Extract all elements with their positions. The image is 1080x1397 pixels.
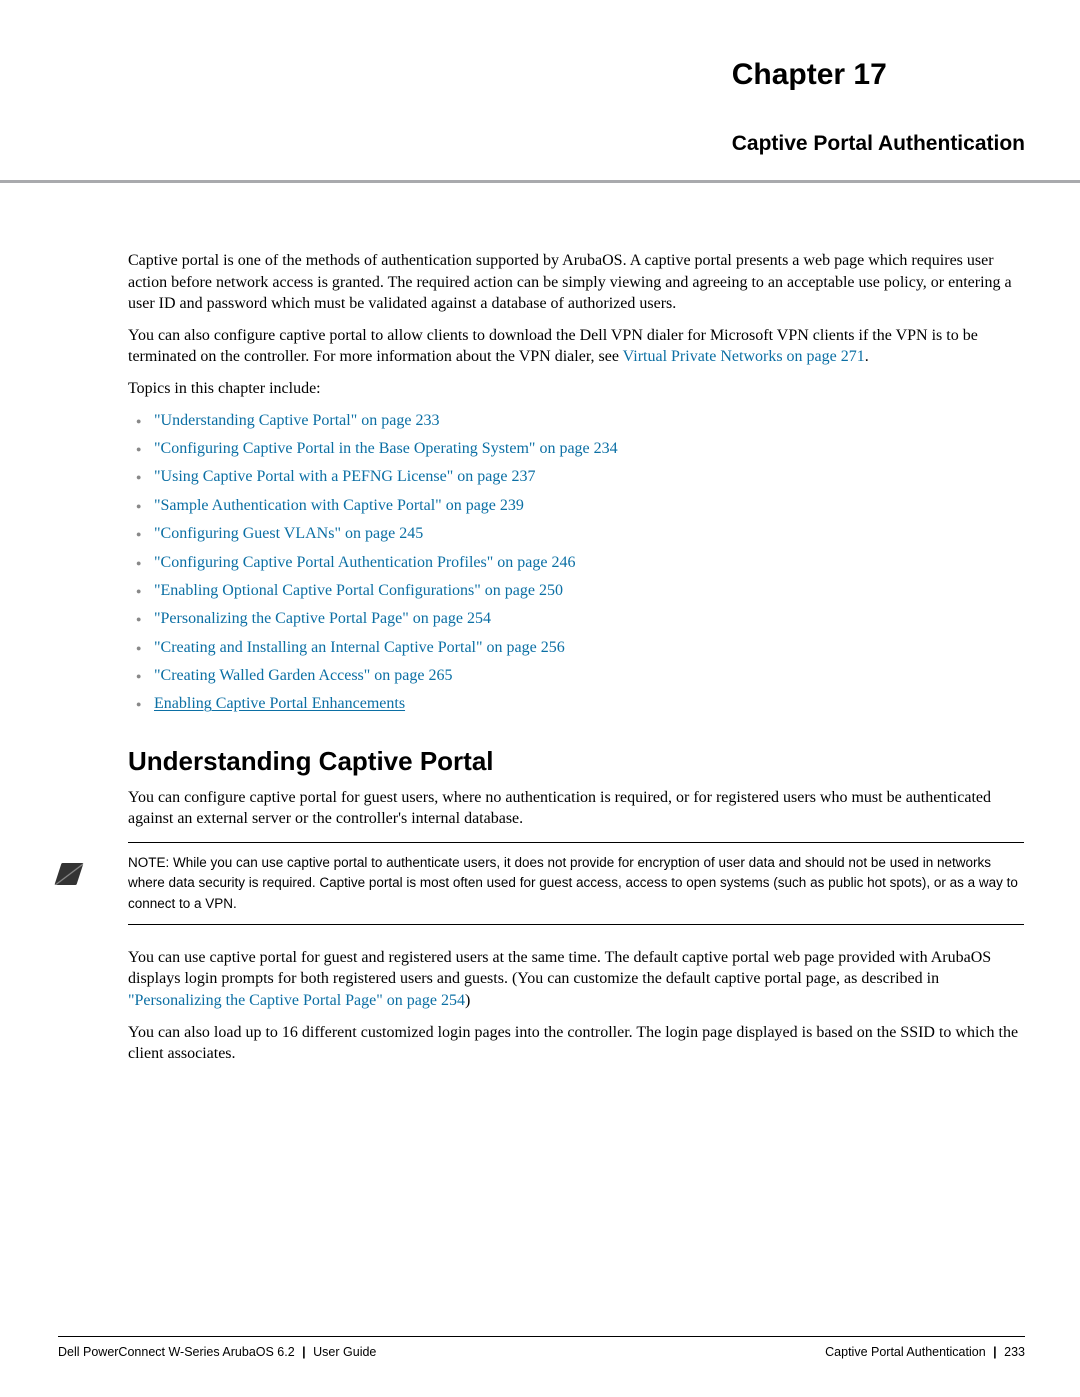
topic-link[interactable]: "Personalizing the Captive Portal Page" … — [154, 610, 491, 627]
list-item: "Creating and Installing an Internal Cap… — [128, 637, 1024, 659]
topic-link[interactable]: "Creating Walled Garden Access" on page … — [154, 667, 453, 684]
footer-left: Dell PowerConnect W-Series ArubaOS 6.2 |… — [58, 1345, 376, 1359]
footer-product: Dell PowerConnect W-Series ArubaOS 6.2 — [58, 1345, 295, 1359]
section-heading: Understanding Captive Portal — [128, 746, 1024, 777]
footer-separator: | — [993, 1345, 997, 1359]
topic-link[interactable]: "Using Captive Portal with a PEFNG Licen… — [154, 468, 535, 485]
page: Chapter 17 Captive Portal Authentication… — [0, 0, 1080, 1397]
topic-link[interactable]: "Configuring Guest VLANs" on page 245 — [154, 525, 423, 542]
chapter-header: Chapter 17 Captive Portal Authentication — [732, 58, 1025, 156]
main-content: Captive portal is one of the methods of … — [128, 250, 1024, 1075]
list-item: "Creating Walled Garden Access" on page … — [128, 665, 1024, 687]
section-paragraph-1: You can configure captive portal for gue… — [128, 787, 1024, 830]
text: . — [865, 348, 869, 365]
chapter-number: Chapter 17 — [732, 58, 1025, 92]
note-text: NOTE: While you can use captive portal t… — [128, 853, 1024, 914]
topic-link[interactable]: "Configuring Captive Portal in the Base … — [154, 440, 618, 457]
link-vpn[interactable]: Virtual Private Networks on page 271 — [623, 348, 865, 365]
text: You can use captive portal for guest and… — [128, 949, 991, 988]
footer-separator: | — [302, 1345, 306, 1359]
list-item: "Personalizing the Captive Portal Page" … — [128, 608, 1024, 630]
list-item: Enabling Captive Portal Enhancements — [128, 693, 1024, 715]
list-item: "Configuring Captive Portal in the Base … — [128, 438, 1024, 460]
section-paragraph-3: You can also load up to 16 different cus… — [128, 1022, 1024, 1065]
topic-link[interactable]: "Enabling Optional Captive Portal Config… — [154, 582, 563, 599]
topic-link[interactable]: "Understanding Captive Portal" on page 2… — [154, 412, 439, 429]
topics-intro: Topics in this chapter include: — [128, 378, 1024, 400]
page-footer: Dell PowerConnect W-Series ArubaOS 6.2 |… — [58, 1336, 1025, 1359]
topic-link-underlined[interactable]: Enabling Captive Portal Enhancements — [154, 695, 405, 712]
link-personalize[interactable]: "Personalizing the Captive Portal Page" … — [128, 992, 465, 1009]
note-icon — [54, 863, 83, 885]
intro-paragraph-2: You can also configure captive portal to… — [128, 325, 1024, 368]
horizontal-rule — [0, 180, 1080, 183]
list-item: "Configuring Guest VLANs" on page 245 — [128, 523, 1024, 545]
section-paragraph-2: You can use captive portal for guest and… — [128, 947, 1024, 1012]
footer-page-number: 233 — [1004, 1345, 1025, 1359]
topics-list: "Understanding Captive Portal" on page 2… — [128, 410, 1024, 716]
footer-right: Captive Portal Authentication | 233 — [825, 1345, 1025, 1359]
list-item: "Using Captive Portal with a PEFNG Licen… — [128, 466, 1024, 488]
list-item: "Enabling Optional Captive Portal Config… — [128, 580, 1024, 602]
topic-link[interactable]: "Sample Authentication with Captive Port… — [154, 497, 524, 514]
chapter-subtitle: Captive Portal Authentication — [732, 132, 1025, 156]
footer-section: Captive Portal Authentication — [825, 1345, 986, 1359]
list-item: "Sample Authentication with Captive Port… — [128, 495, 1024, 517]
text: ) — [465, 992, 470, 1009]
note-box: NOTE: While you can use captive portal t… — [128, 842, 1024, 925]
topic-link[interactable]: "Configuring Captive Portal Authenticati… — [154, 554, 575, 571]
intro-paragraph-1: Captive portal is one of the methods of … — [128, 250, 1024, 315]
list-item: "Understanding Captive Portal" on page 2… — [128, 410, 1024, 432]
topic-link[interactable]: "Creating and Installing an Internal Cap… — [154, 639, 565, 656]
list-item: "Configuring Captive Portal Authenticati… — [128, 552, 1024, 574]
footer-doc-type: User Guide — [313, 1345, 376, 1359]
